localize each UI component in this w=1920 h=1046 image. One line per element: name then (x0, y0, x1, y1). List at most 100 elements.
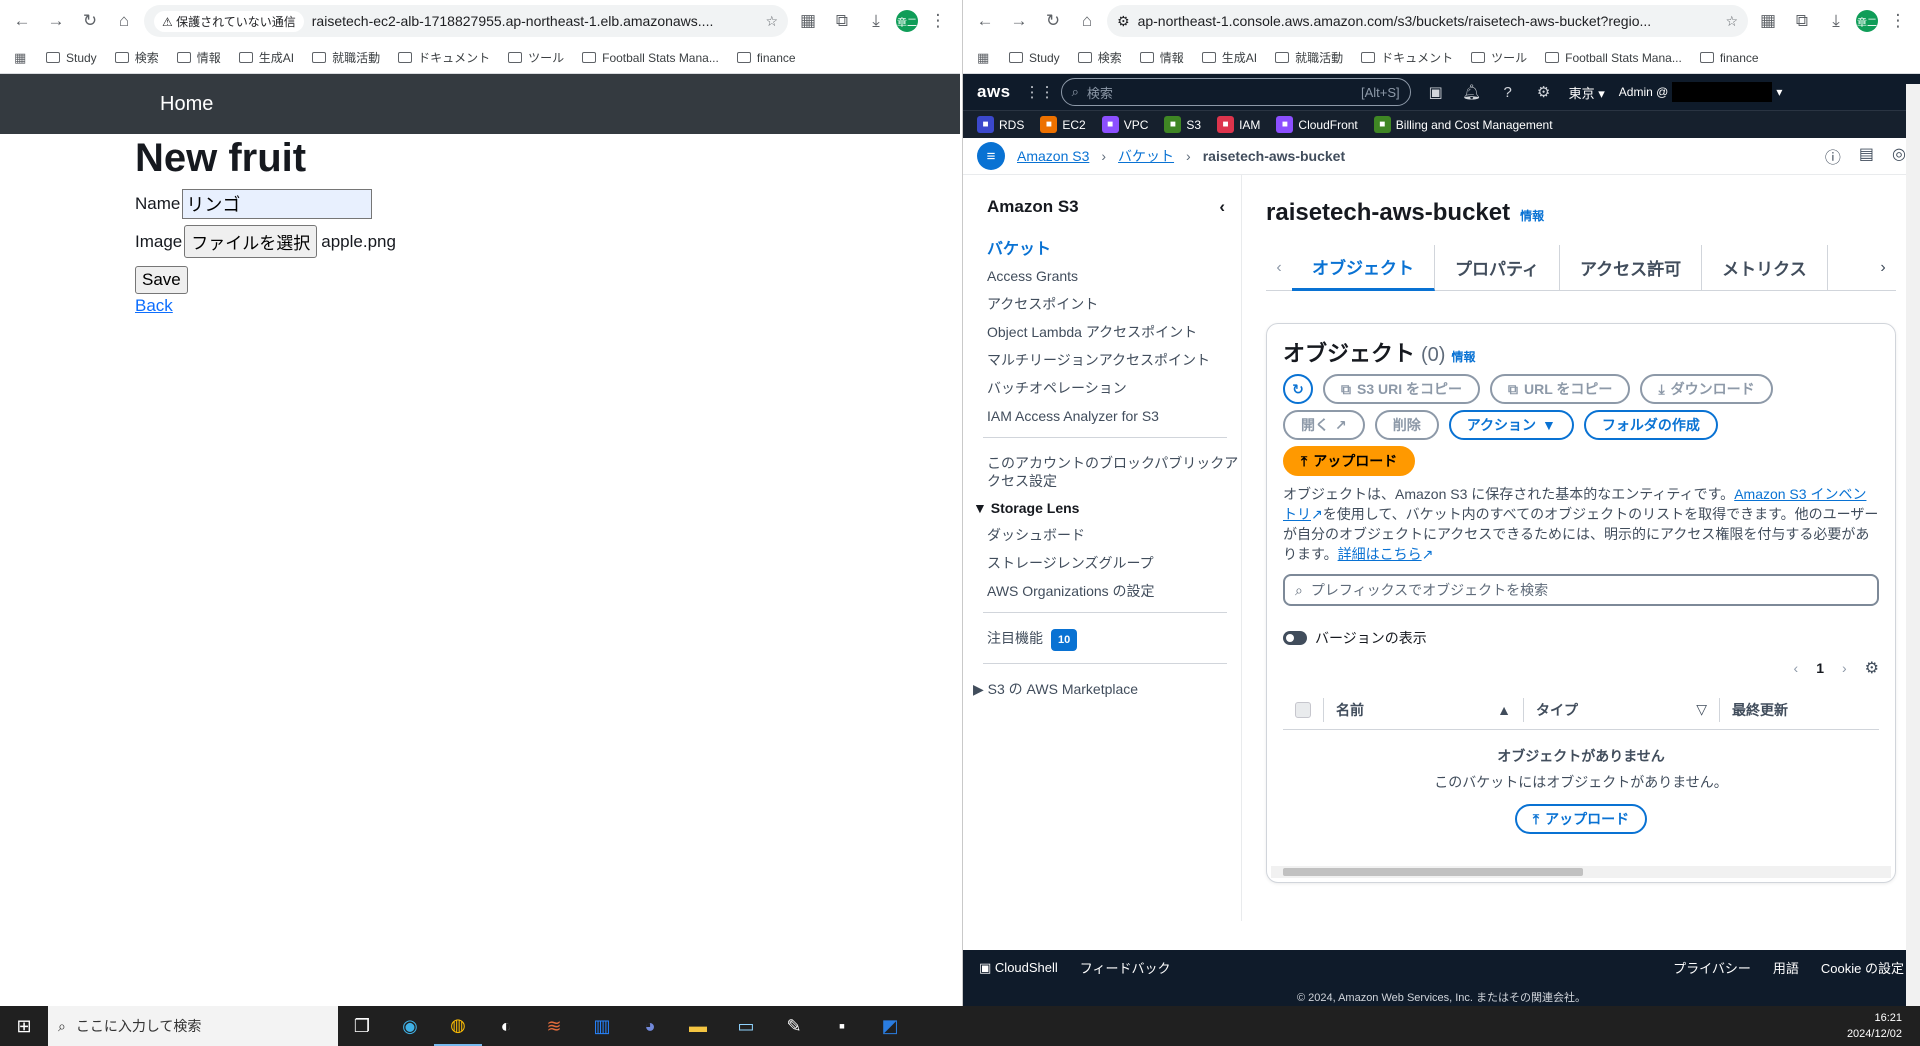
favorite-ec2[interactable]: ■ EC2 (1040, 116, 1086, 133)
bookmark-item[interactable]: ドキュメント (398, 49, 490, 66)
security-chip[interactable]: ⚠ 保護されていない通信 (154, 10, 304, 32)
sidenav-item[interactable]: IAM Access Analyzer for S3 (987, 407, 1241, 425)
edge-icon[interactable]: ◉ (386, 1006, 434, 1046)
download-icon[interactable]: ⤓ (862, 7, 890, 35)
bookmark-item[interactable]: Study (1009, 51, 1060, 65)
bookmark-item[interactable]: 情報 (176, 49, 221, 66)
home-icon[interactable]: ⌂ (110, 7, 138, 35)
sidenav-item[interactable]: アクセスポイント (987, 295, 1241, 313)
terms-link[interactable]: 用語 (1773, 958, 1799, 977)
bookmark-item[interactable]: finance (1699, 51, 1759, 65)
info-link[interactable]: 情報 (1520, 207, 1544, 224)
aws-search-input[interactable]: ⌕ 検索 [Alt+S] (1060, 78, 1411, 106)
breadcrumb-s3[interactable]: Amazon S3 (1017, 148, 1089, 164)
forward-icon[interactable]: → (1005, 7, 1033, 35)
column-modified[interactable]: 最終更新 (1719, 697, 1799, 722)
taskbar-search-input[interactable]: ⌕ ここに入力して検索 (48, 1006, 338, 1046)
terminal-icon[interactable]: ▪ (818, 1006, 866, 1046)
page-number[interactable]: 1 (1816, 660, 1824, 676)
collapse-icon[interactable]: ‹ (1219, 197, 1225, 217)
feedback-link[interactable]: フィードバック (1080, 958, 1171, 977)
show-versions-toggle[interactable] (1283, 631, 1307, 645)
privacy-link[interactable]: プライバシー (1673, 958, 1751, 977)
name-field[interactable] (182, 189, 373, 219)
paint-icon[interactable]: ✎ (770, 1006, 818, 1046)
info-icon[interactable]: ⓘ (1825, 144, 1841, 168)
tabs-scroll-left-icon[interactable]: ‹ (1266, 259, 1292, 277)
bookmark-item[interactable]: 就職活動 (1275, 49, 1343, 66)
column-name[interactable]: 名前 ▲ (1323, 697, 1523, 722)
refresh-button[interactable]: ↻ (1283, 374, 1313, 404)
bookmark-item[interactable]: Football Stats Mana... (582, 51, 719, 65)
windows-start-icon[interactable]: ⊞ (0, 1006, 48, 1046)
sidenav-item[interactable]: バッチオペレーション (987, 379, 1241, 397)
task-view-icon[interactable]: ❐ (338, 1006, 386, 1046)
table-settings-icon[interactable]: ⚙ (1865, 658, 1879, 678)
menu-dots-icon[interactable]: ⋮ (924, 7, 952, 35)
back-icon[interactable]: ← (8, 7, 36, 35)
sidenav-item[interactable]: Access Grants (987, 267, 1241, 285)
apps-grid-icon[interactable]: ▦ (14, 50, 28, 65)
sidenav-item[interactable]: ストレージレンズグループ (987, 554, 1241, 572)
choose-file-button[interactable]: ファイルを選択 (184, 225, 318, 258)
empty-upload-button[interactable]: ⤒ アップロード (1514, 804, 1648, 834)
menu-dots-icon[interactable]: ⋮ (1884, 7, 1912, 35)
file-explorer-icon[interactable]: ▬ (674, 1006, 722, 1046)
avatar[interactable]: 章二 (1856, 10, 1878, 32)
back-icon[interactable]: ← (971, 7, 999, 35)
hamburger-menu-icon[interactable]: ≡ (977, 142, 1005, 170)
favorite-cloudfront[interactable]: ■ CloudFront (1276, 116, 1358, 133)
qr-icon[interactable]: ▦ (1754, 7, 1782, 35)
bookmark-item[interactable]: ツール (508, 49, 564, 66)
sidenav-item-buckets[interactable]: バケット (987, 235, 1241, 259)
discord-icon[interactable]: ◕ (626, 1006, 674, 1046)
favorite-billing-and-cost-management[interactable]: ■ Billing and Cost Management (1373, 116, 1553, 133)
gear-icon[interactable]: ⚙ (1533, 83, 1555, 101)
chrome-icon[interactable]: ◍ (434, 1006, 482, 1046)
scroll-thumb[interactable] (1283, 868, 1583, 876)
prefix-search-input[interactable]: ⌕ プレフィックスでオブジェクトを検索 (1283, 574, 1879, 606)
tab-3[interactable]: メトリクス (1702, 244, 1828, 291)
learn-more-link[interactable]: 詳細はこちら (1338, 546, 1422, 562)
star-icon[interactable]: ☆ (765, 13, 778, 30)
sidenav-item[interactable]: マルチリージョンアクセスポイント (987, 351, 1241, 369)
copy-url-button[interactable]: ⧉ URL をコピー (1490, 374, 1631, 404)
bookmark-item[interactable]: Football Stats Mana... (1545, 51, 1682, 65)
address-bar[interactable]: ⚠ 保護されていない通信 raisetech-ec2-alb-171882795… (144, 5, 788, 37)
extensions-icon[interactable]: ⧉ (828, 7, 856, 35)
settings-circle-icon[interactable]: ◎ (1892, 144, 1906, 168)
select-all-checkbox[interactable] (1295, 701, 1311, 718)
cloudshell-icon[interactable]: ▣ (1425, 83, 1447, 101)
favorite-vpc[interactable]: ■ VPC (1101, 116, 1148, 133)
page-vertical-scrollbar[interactable] (1906, 84, 1920, 1006)
favorite-s3[interactable]: ■ S3 (1164, 116, 1201, 133)
save-button[interactable]: Save (135, 266, 188, 294)
sidenav-item[interactable]: ダッシュボード (987, 526, 1241, 544)
star-icon[interactable]: ☆ (1725, 13, 1738, 30)
aws-logo[interactable]: aws (977, 82, 1011, 102)
address-bar[interactable]: ⚙ ap-northeast-1.console.aws.amazon.com/… (1107, 5, 1748, 37)
favorite-rds[interactable]: ■ RDS (977, 116, 1024, 133)
app-icon[interactable]: ◐ (482, 1006, 530, 1046)
copy-s3-uri-button[interactable]: ⧉ S3 URI をコピー (1323, 374, 1481, 404)
sidenav-item[interactable]: AWS Organizations の設定 (987, 582, 1241, 600)
prev-page-icon[interactable]: ‹ (1794, 660, 1799, 676)
sidenav-item[interactable]: Object Lambda アクセスポイント (987, 323, 1241, 341)
bookmark-item[interactable]: finance (736, 51, 796, 65)
tab-2[interactable]: アクセス許可 (1560, 244, 1703, 291)
bookmark-item[interactable]: 就職活動 (312, 49, 380, 66)
account-menu[interactable]: Admin @ ▾ (1619, 82, 1782, 102)
cloudshell-link[interactable]: ▣ CloudShell (979, 960, 1058, 976)
reload-icon[interactable]: ↻ (76, 7, 104, 35)
bookmark-item[interactable]: ツール (1471, 49, 1527, 66)
delete-button[interactable]: 削除 (1374, 410, 1439, 440)
download-button[interactable]: ⤓ ダウンロード (1640, 374, 1773, 404)
bookmark-item[interactable]: 生成AI (1201, 49, 1257, 66)
site-info-icon[interactable]: ⚙ (1117, 13, 1130, 30)
forward-icon[interactable]: → (42, 7, 70, 35)
upload-button[interactable]: ⤒ アップロード (1283, 446, 1416, 476)
home-icon[interactable]: ⌂ (1073, 7, 1101, 35)
trello-icon[interactable]: ▥ (578, 1006, 626, 1046)
create-folder-button[interactable]: フォルダの作成 (1583, 410, 1718, 440)
avatar[interactable]: 章二 (896, 10, 918, 32)
